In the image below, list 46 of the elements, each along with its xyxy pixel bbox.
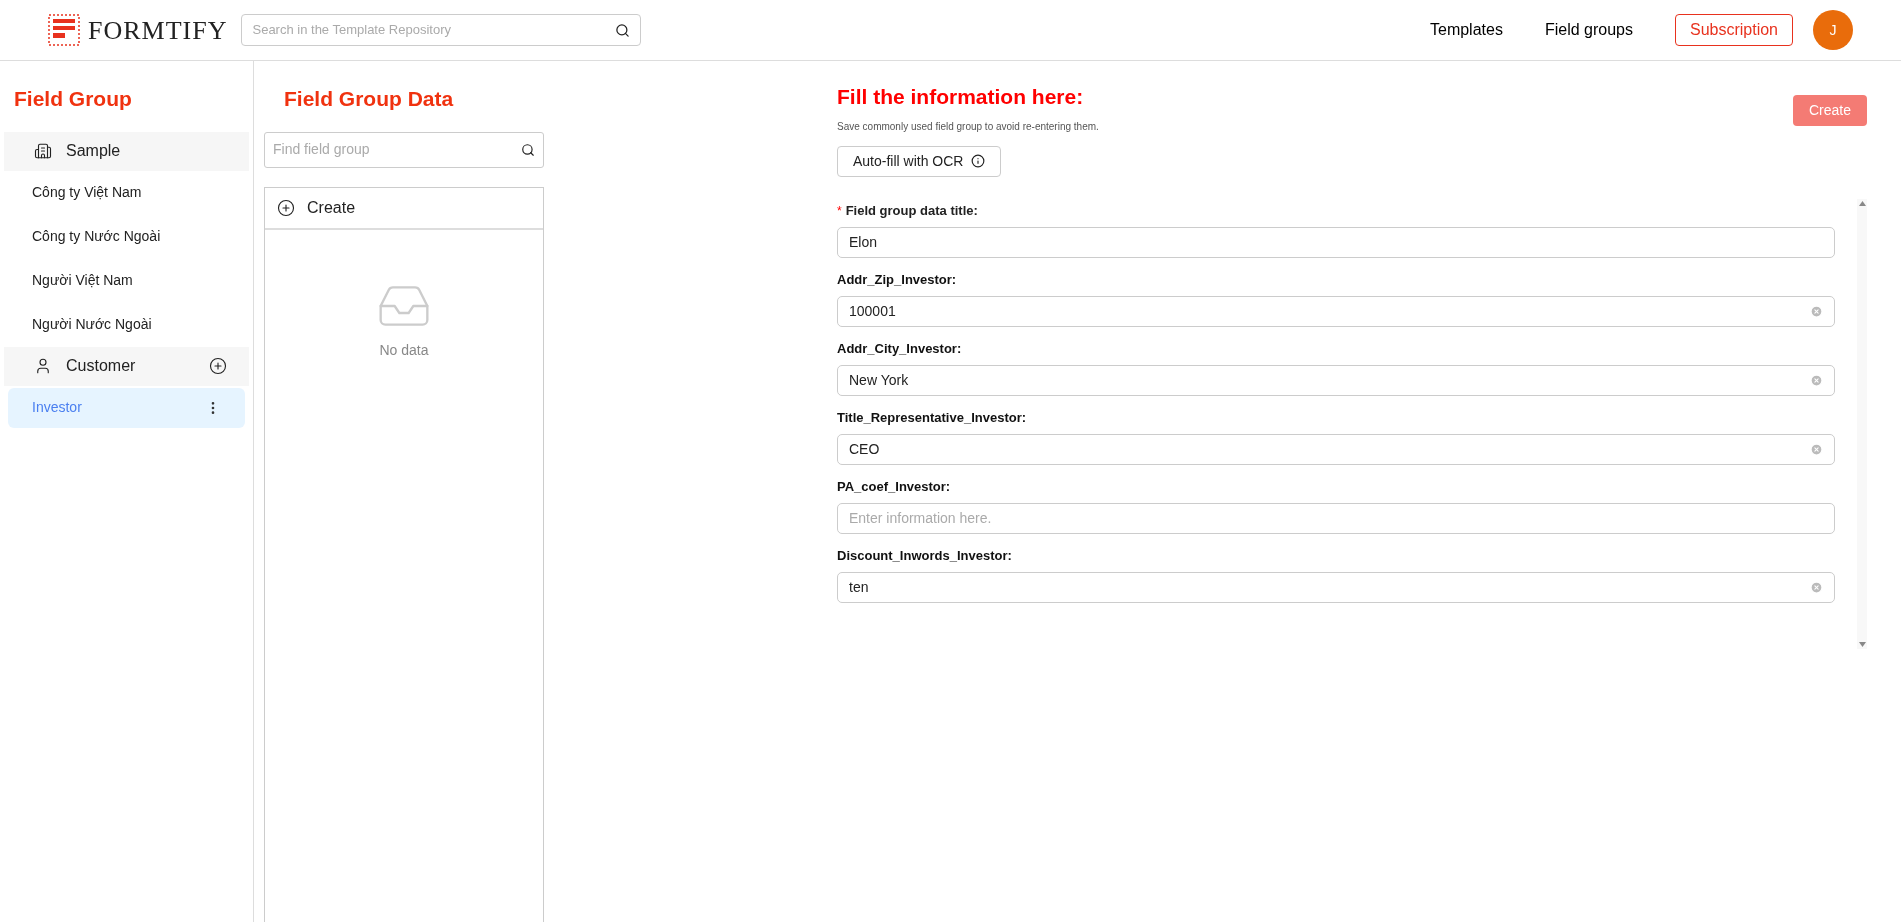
input-field[interactable]: Elon [837,226,1835,258]
field-label: Addr_City_Investor: [837,339,962,358]
field-label: Discount_Inwords_Investor: [837,546,1012,565]
nav-link[interactable]: Field groups [1544,18,1633,42]
input-field[interactable]: CEO [837,433,1835,465]
clear-icon[interactable] [1810,373,1823,387]
info-icon [971,154,986,168]
brand-name: FORMTIFY [88,14,228,47]
field-label: Field group data title: [845,201,978,220]
ocr-button[interactable]: Auto-fill with OCR [837,145,1002,177]
panel-title: Field Group Data [283,86,455,112]
sidebar-title: Field Group [13,86,133,112]
input-field[interactable]: New York [837,364,1835,396]
sidebar-item[interactable]: Công ty Việt Nam [8,170,245,215]
required-mark: * [837,202,842,220]
group-label: Sample [66,141,121,161]
form-subtitle: Save commonly used field group to avoid re-entering them. [837,119,1099,134]
form-title: Fill the information here: [837,84,1085,110]
sidebar-item[interactable]: Người Nước Ngoài [8,302,245,347]
add-icon[interactable] [209,357,227,375]
create-button[interactable]: Create [265,187,543,230]
clear-icon[interactable] [1810,580,1823,594]
group-header[interactable]: Sample [4,131,249,171]
scrollbar[interactable] [1857,198,1867,649]
empty-text: No data [379,340,429,360]
logo-icon [48,14,80,46]
building-icon [34,142,52,160]
field-label: Title_Representative_Investor: [837,408,1027,427]
field-label: PA_coef_Investor: [837,477,951,496]
nav-link[interactable]: Templates [1430,18,1503,42]
clear-icon[interactable] [1810,442,1823,456]
add-icon [277,198,295,217]
input-field[interactable]: 100001 [837,295,1835,327]
subscription-button[interactable]: Subscription [1674,14,1793,46]
scroll-down-icon[interactable] [1858,641,1866,647]
scroll-up-icon[interactable] [1858,200,1866,206]
input-field[interactable]: ten [837,571,1835,603]
field-label: Addr_Zip_Investor: [837,270,957,289]
person-icon [34,357,52,375]
search-icon[interactable] [615,22,631,38]
clear-icon[interactable] [1810,304,1823,318]
search-icon[interactable] [521,142,535,157]
group-header[interactable]: Customer [4,346,249,386]
group-label: Customer [66,356,136,376]
sidebar-item[interactable]: Người Việt Nam [8,258,245,303]
sidebar-item[interactable]: Công ty Nước Ngoài [8,214,245,259]
